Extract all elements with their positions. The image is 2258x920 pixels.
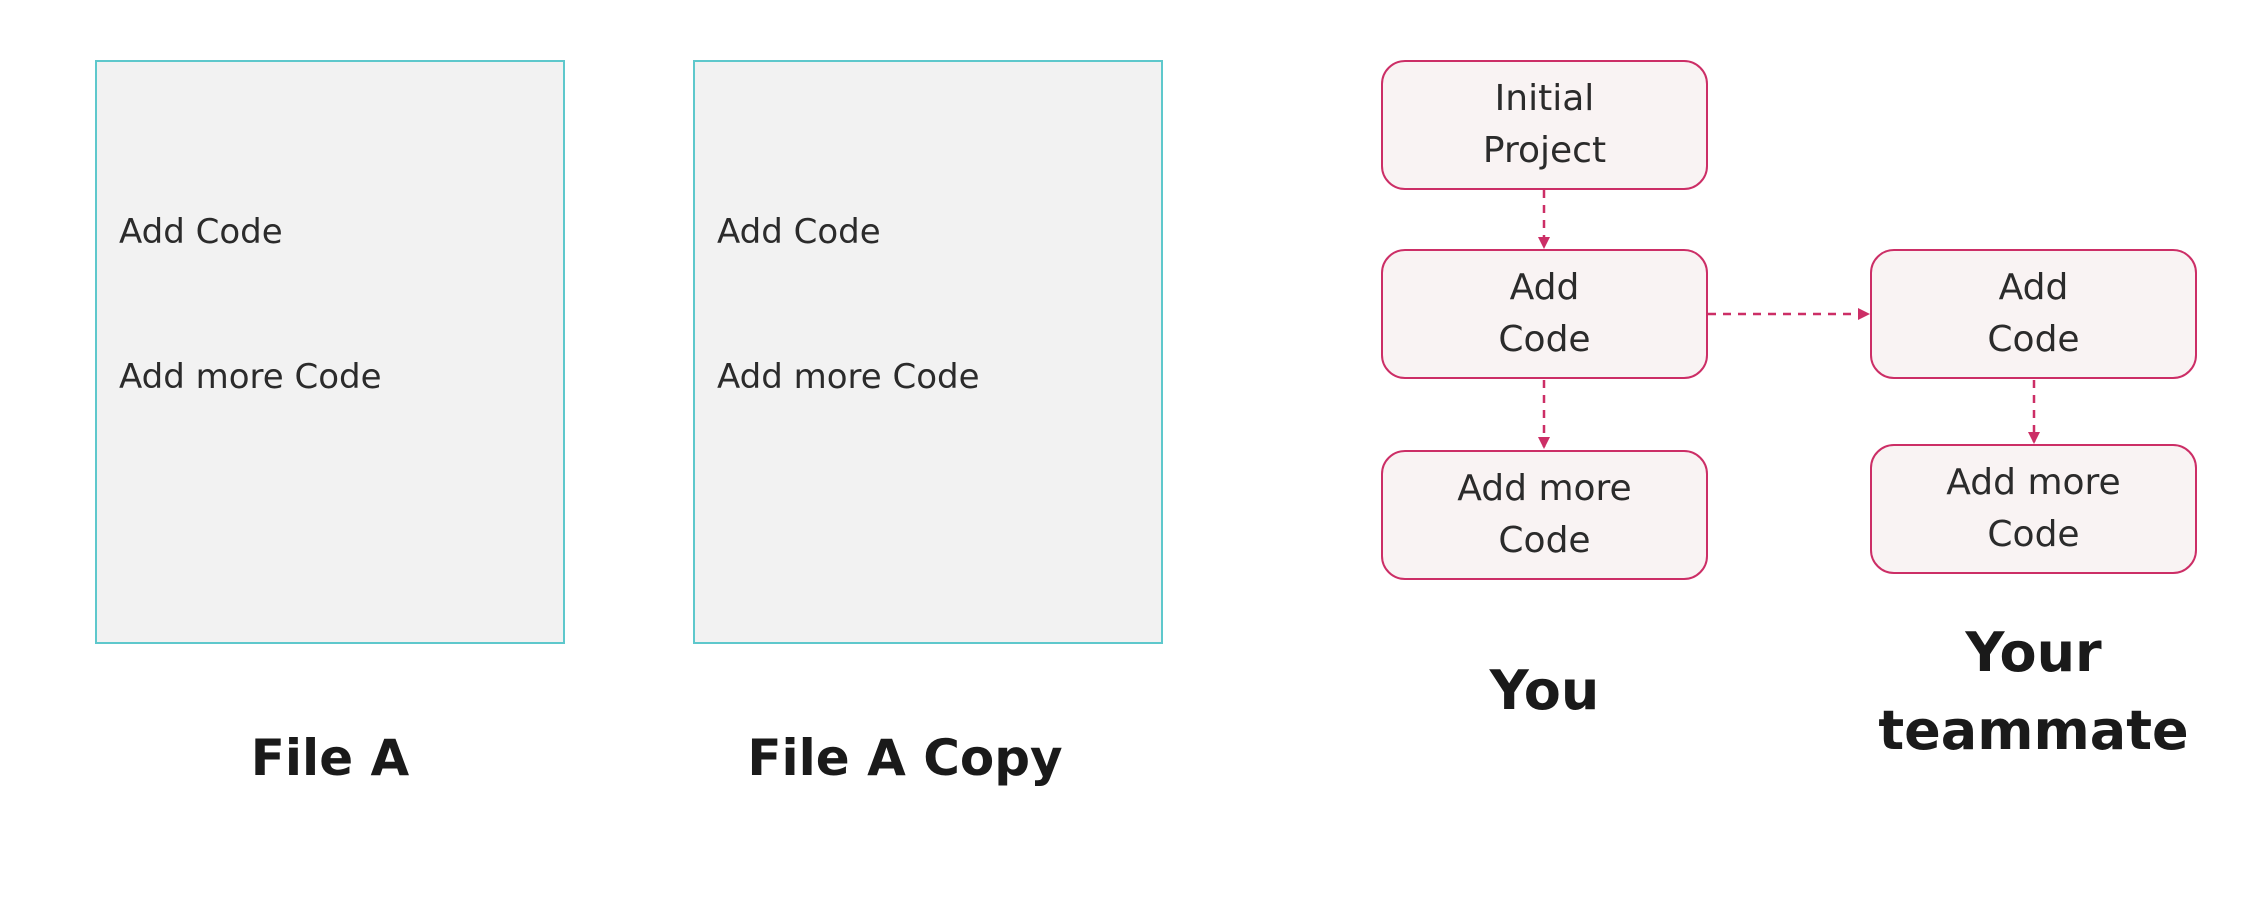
- teammate-node-add-more-code-label: Add more Code: [1946, 462, 2121, 555]
- teammate-node-add-code: Add Code: [1870, 249, 2197, 379]
- you-node-add-more-code-label: Add more Code: [1457, 468, 1632, 561]
- teammate-node-add-more-code: Add more Code: [1870, 444, 2197, 574]
- you-node-add-code-label: Add Code: [1498, 267, 1591, 360]
- teammate-node-add-code-label: Add Code: [1987, 267, 2080, 360]
- teammate-label: Your teammate: [1878, 621, 2189, 762]
- you-node-initial-project: Initial Project: [1381, 60, 1708, 190]
- you-node-add-code: Add Code: [1381, 249, 1708, 379]
- you-node-initial-project-label: Initial Project: [1482, 78, 1607, 171]
- you-label: You: [1489, 659, 1600, 722]
- you-node-add-more-code: Add more Code: [1381, 450, 1708, 580]
